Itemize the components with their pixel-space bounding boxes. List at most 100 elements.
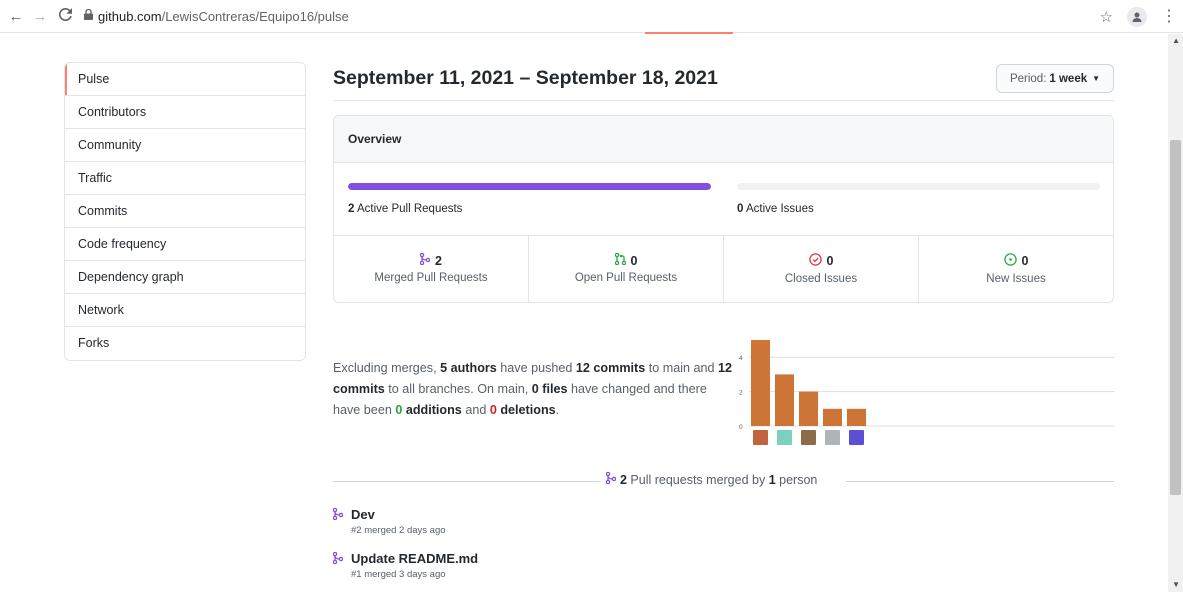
- sidebar-item-traffic[interactable]: Traffic: [65, 162, 305, 195]
- sidebar-item-label: Pulse: [78, 72, 110, 86]
- closed-issues-count: 0: [826, 254, 834, 268]
- y-tick-label: 0: [739, 424, 743, 431]
- sidebar-item-network[interactable]: Network: [65, 294, 305, 327]
- active-pull-requests-link[interactable]: 2 Active Pull Requests: [348, 203, 462, 215]
- sidebar-item-label: Network: [78, 303, 124, 317]
- issue-closed-icon: [808, 253, 822, 269]
- merged-people-count: 1: [768, 472, 776, 487]
- sidebar-item-label: Community: [78, 138, 142, 152]
- merged-divider-left: [333, 481, 601, 482]
- merge-icon: [332, 507, 344, 536]
- active-issues-link[interactable]: 0 Active Issues: [737, 203, 814, 215]
- new-issues-stat[interactable]: 0 New Issues: [919, 236, 1113, 302]
- back-arrow-icon[interactable]: ←: [6, 8, 26, 25]
- active-issues-label: Active Issues: [745, 203, 814, 215]
- author-avatar[interactable]: [849, 430, 864, 445]
- merged-pull-requests-stat[interactable]: 2 Merged Pull Requests: [334, 236, 529, 302]
- summary-text: have pushed: [496, 361, 576, 375]
- author-avatar[interactable]: [753, 430, 768, 445]
- summary-text: and: [461, 403, 490, 417]
- sidebar-item-forks[interactable]: Forks: [65, 327, 305, 360]
- author-avatar[interactable]: [801, 430, 816, 445]
- star-bookmark-icon[interactable]: ☆: [1100, 8, 1113, 26]
- summary-text: .: [555, 403, 560, 417]
- menu-kebab-icon[interactable]: ⋮: [1161, 8, 1177, 25]
- pull-request-meta: #2 merged 2 days ago: [351, 525, 446, 536]
- pull-request-item: Dev #2 merged 2 days ago: [332, 507, 446, 536]
- additions-label: additions: [405, 403, 462, 417]
- active-pull-requests-count: 2: [348, 203, 355, 215]
- commit-bar: [775, 374, 794, 426]
- url-host: github.com: [98, 8, 162, 24]
- deletions-label: deletions: [500, 403, 556, 417]
- sidebar-item-label: Traffic: [78, 171, 113, 185]
- scrollbar-thumb[interactable]: [1170, 140, 1181, 495]
- commits-main-count[interactable]: 12 commits: [576, 361, 645, 375]
- pull-requests-bar: [348, 183, 711, 190]
- sidebar-item-contributors[interactable]: Contributors: [65, 96, 305, 129]
- address-bar[interactable]: github.com/LewisContreras/Equipo16/pulse: [84, 4, 1119, 28]
- merge-icon: [419, 252, 431, 268]
- sidebar-item-label: Commits: [78, 204, 128, 218]
- pull-request-meta: #1 merged 3 days ago: [351, 569, 446, 580]
- y-tick-label: 2: [739, 390, 743, 397]
- overview-box: Overview 2 Active Pull Requests 0 Active…: [333, 115, 1114, 303]
- new-issues-count: 0: [1021, 254, 1029, 268]
- deletions-count: 0: [489, 403, 497, 417]
- author-avatar[interactable]: [777, 430, 792, 445]
- pull-request-item: Update README.md #1 merged 3 days ago: [332, 551, 478, 580]
- overview-progress: 2 Active Pull Requests 0 Active Issues: [334, 163, 1113, 236]
- scroll-down-arrow-icon[interactable]: ▼: [1172, 580, 1180, 589]
- sidebar-item-code-frequency[interactable]: Code frequency: [65, 228, 305, 261]
- y-tick-label: 4: [739, 355, 743, 362]
- merged-text: Pull requests merged by: [626, 472, 769, 487]
- commit-bar: [799, 391, 818, 426]
- sidebar-item-label: Dependency graph: [78, 270, 184, 284]
- lock-icon: [84, 8, 98, 23]
- commit-bar: [847, 408, 866, 426]
- merged-pull-requests-count: 2: [435, 253, 442, 268]
- period-label: Period:: [1009, 72, 1047, 85]
- period-dropdown-button[interactable]: Period: 1 week ▼: [996, 64, 1114, 93]
- pull-request-title-link[interactable]: Update README.md: [351, 551, 478, 566]
- sidebar-item-commits[interactable]: Commits: [65, 195, 305, 228]
- merge-icon: [605, 471, 617, 487]
- open-pull-requests-stat[interactable]: 0 Open Pull Requests: [529, 236, 724, 302]
- files-changed-count: 0 files: [531, 382, 568, 396]
- merge-icon: [332, 551, 344, 580]
- reload-icon[interactable]: [56, 7, 74, 24]
- overview-stats: 2 Merged Pull Requests 0 Open Pull Reque…: [334, 236, 1113, 302]
- pull-request-icon: [614, 252, 626, 268]
- sidebar-item-pulse[interactable]: Pulse: [65, 63, 305, 96]
- active-issues-count: 0: [737, 203, 744, 215]
- new-issues-label: New Issues: [986, 273, 1046, 285]
- commits-by-author-chart: 4 2 0: [739, 340, 1115, 445]
- commit-bar: [751, 340, 770, 426]
- active-pull-requests-label: Active Pull Requests: [356, 203, 463, 215]
- sidebar-item-dependency-graph[interactable]: Dependency graph: [65, 261, 305, 294]
- sidebar-item-label: Contributors: [78, 105, 147, 119]
- summary-text: Excluding merges,: [333, 361, 441, 375]
- url-path: /LewisContreras/Equipo16/pulse: [161, 8, 349, 24]
- tab-underline: [645, 32, 733, 34]
- commit-bar: [823, 408, 842, 426]
- title-divider: [333, 100, 1114, 101]
- author-avatar[interactable]: [825, 430, 840, 445]
- merged-pull-requests-heading: 2 Pull requests merged by 1 person: [605, 471, 817, 487]
- pull-requests-bar-fill: [348, 183, 711, 190]
- caret-down-icon: ▼: [1092, 74, 1101, 83]
- merged-count: 2: [620, 472, 627, 487]
- open-pull-requests-count: 0: [630, 253, 638, 268]
- pull-request-title-link[interactable]: Dev: [351, 507, 446, 522]
- closed-issues-stat[interactable]: 0 Closed Issues: [724, 236, 919, 302]
- browser-toolbar: ← → github.com/LewisContreras/Equipo16/p…: [0, 0, 1183, 33]
- summary-text: to main and: [645, 361, 719, 375]
- scroll-up-arrow-icon[interactable]: ▲: [1172, 36, 1180, 45]
- authors-count[interactable]: 5 authors: [440, 361, 497, 375]
- sidebar-item-community[interactable]: Community: [65, 129, 305, 162]
- forward-arrow-icon[interactable]: →: [30, 8, 50, 25]
- commit-summary: Excluding merges, 5 authors have pushed …: [333, 358, 733, 421]
- overview-header: Overview: [334, 116, 1113, 163]
- additions-count: 0: [395, 403, 403, 417]
- profile-avatar-icon[interactable]: [1127, 6, 1147, 27]
